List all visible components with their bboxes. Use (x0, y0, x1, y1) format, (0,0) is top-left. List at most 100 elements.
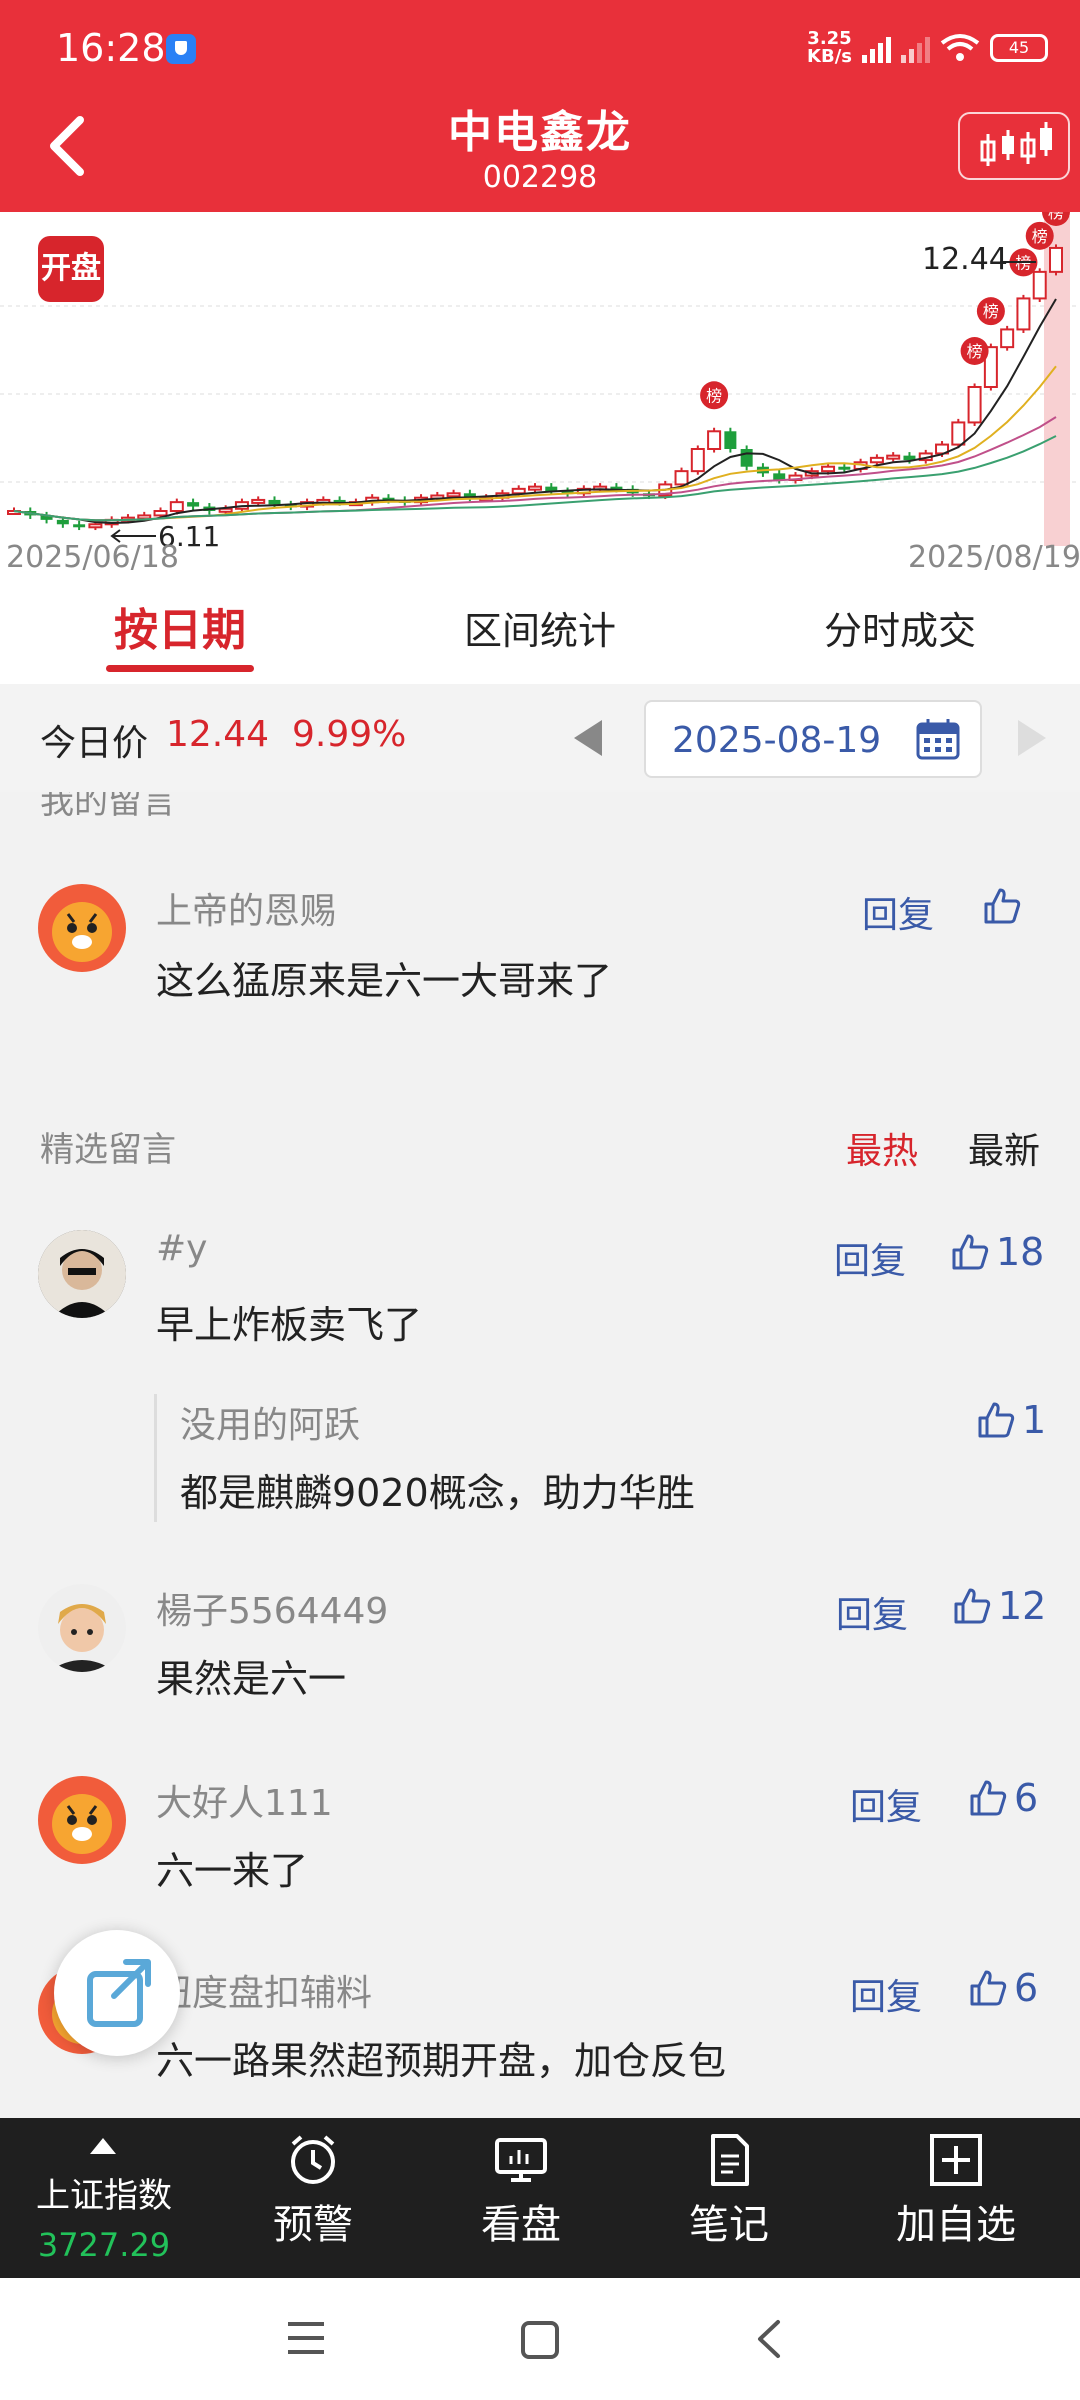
rank-tag-label: 榜 (983, 302, 999, 321)
end-date-label: 2025/08/19 (908, 540, 1080, 575)
like-button[interactable]: 6 (968, 1776, 1038, 1820)
start-date-label: 2025/06/18 (6, 540, 179, 575)
comment-username[interactable]: #y (156, 1228, 207, 1269)
like-button[interactable]: 12 (952, 1584, 1046, 1628)
price-bar: 今日价 12.44 9.99% 2025-08-19 (0, 684, 1080, 792)
comment-text: 六一来了 (156, 1849, 309, 1893)
nav-alert[interactable]: 预警 (248, 2118, 378, 2278)
document-icon (711, 2134, 749, 2186)
comment-username[interactable]: 上帝的恩赐 (156, 882, 336, 934)
candle-body (838, 466, 851, 470)
comment-text: 六一路果然超预期开盘，加仓反包 (156, 2039, 727, 2083)
comment-username[interactable]: 楊子5564449 (156, 1582, 388, 1634)
plus-square-icon (930, 2134, 982, 2186)
app-header: 16:28 3.25 KB/s 45 中电鑫龙 002298 (0, 0, 1080, 212)
next-date-icon[interactable] (1018, 720, 1046, 756)
like-button[interactable]: 6 (968, 1966, 1038, 2010)
candle-body (88, 523, 103, 529)
reply-button[interactable]: 回复 (836, 1586, 908, 1638)
avatar[interactable] (38, 1584, 126, 1672)
tab-bar: 按日期 区间统计 分时成交 (0, 578, 1080, 684)
avatar[interactable] (38, 884, 126, 972)
tab-intraday-trades[interactable]: 分时成交 (720, 578, 1080, 684)
signal-2-icon (901, 33, 930, 63)
candle-body (1000, 328, 1015, 349)
like-button[interactable]: 1 (976, 1398, 1046, 1442)
index-ticker[interactable]: 上证指数 3727.29 (14, 2118, 194, 2278)
today-change: 9.99% (292, 714, 407, 755)
signal-icon (862, 33, 891, 63)
sort-new[interactable]: 最新 (968, 1122, 1040, 1174)
tab-range-stats[interactable]: 区间统计 (360, 578, 720, 684)
index-name: 上证指数 (36, 2176, 172, 2216)
rank-tag-label: 榜 (967, 342, 983, 361)
featured-comments-title: 精选留言 (40, 1130, 176, 1170)
candle-body (1016, 297, 1031, 331)
candle-body (869, 456, 884, 464)
today-price-label: 今日价 (40, 723, 149, 764)
candle-body (773, 473, 786, 480)
candle-body (56, 519, 69, 525)
comment-username[interactable]: 纽度盘扣辅料 (156, 1964, 372, 2016)
reply-button[interactable]: 回复 (834, 1232, 906, 1284)
comment-username[interactable]: 大好人111 (156, 1774, 333, 1826)
home-icon[interactable] (520, 2320, 560, 2360)
like-count: 1 (1022, 1398, 1047, 1442)
reply-button[interactable]: 回复 (850, 1778, 922, 1830)
stock-name: 中电鑫龙 (448, 107, 632, 158)
comment-text: 这么猛原来是六一大哥来了 (156, 959, 613, 1003)
alarm-clock-icon (291, 2135, 335, 2184)
candle-body (446, 492, 461, 498)
index-value: 3727.29 (37, 2226, 171, 2264)
nav-add-watchlist[interactable]: 加自选 (876, 2118, 1036, 2278)
bottom-nav: 上证指数 3727.29 预警 看盘 笔记 加自选 (0, 2118, 1080, 2278)
nested-reply-username[interactable]: 没用的阿跃 (180, 1396, 360, 1448)
candle-body (137, 514, 152, 520)
network-speed: 3.25 KB/s (807, 28, 852, 67)
reply-button[interactable]: 回复 (862, 886, 934, 938)
sort-hot[interactable]: 最热 (846, 1122, 918, 1174)
candle-body (528, 485, 542, 491)
nav-watch[interactable]: 看盘 (456, 2118, 586, 2278)
kline-chart[interactable]: 榜榜榜榜榜榜 开盘 12.44 6.11 2025/06/18 2025/08/… (0, 197, 1080, 578)
like-count: 6 (1014, 1776, 1039, 1820)
candle-body (251, 498, 266, 504)
candle-body (821, 465, 836, 473)
reply-button[interactable]: 回复 (850, 1968, 922, 2020)
menu-icon[interactable] (286, 2320, 326, 2356)
like-count: 18 (996, 1230, 1045, 1274)
rank-tag-label: 榜 (1032, 227, 1048, 246)
thumbs-up-icon[interactable] (982, 886, 1022, 926)
monitor-icon (495, 2138, 547, 2182)
nav-notes[interactable]: 笔记 (664, 2118, 794, 2278)
candle-body (724, 431, 737, 449)
open-badge[interactable]: 开盘 (38, 236, 104, 302)
system-nav-bar (0, 2278, 1080, 2400)
candle-body (1032, 270, 1047, 300)
back-nav-icon[interactable] (754, 2318, 784, 2360)
thumbs-up-icon (970, 1970, 1007, 2006)
kline-switch-button[interactable] (958, 112, 1070, 180)
candle-body (187, 502, 200, 507)
candle-body (951, 421, 966, 446)
prev-date-icon[interactable] (574, 720, 602, 756)
avatar[interactable] (38, 1230, 126, 1318)
battery-icon: 45 (990, 34, 1048, 62)
candle-body (1049, 246, 1063, 273)
today-price: 12.44 (166, 714, 270, 755)
like-button[interactable]: 18 (950, 1230, 1044, 1274)
ma10-line (13, 365, 1057, 522)
candle-body (886, 454, 901, 460)
floating-share-button[interactable] (54, 1930, 180, 2056)
avatar[interactable] (38, 1776, 126, 1864)
comment-text: 果然是六一 (156, 1657, 347, 1701)
high-price-label: 12.44 (922, 242, 1008, 277)
nested-reply-text: 都是麒麟9020概念，助力华胜 (180, 1471, 695, 1515)
candle-body (268, 499, 281, 505)
candle-body (690, 448, 705, 473)
tab-by-date[interactable]: 按日期 (0, 578, 360, 684)
arrow-up-icon (90, 2138, 116, 2154)
date-picker[interactable]: 2025-08-19 (644, 700, 982, 778)
thumbs-up-icon (970, 1780, 1007, 1816)
thumbs-up-icon (978, 1402, 1015, 1438)
